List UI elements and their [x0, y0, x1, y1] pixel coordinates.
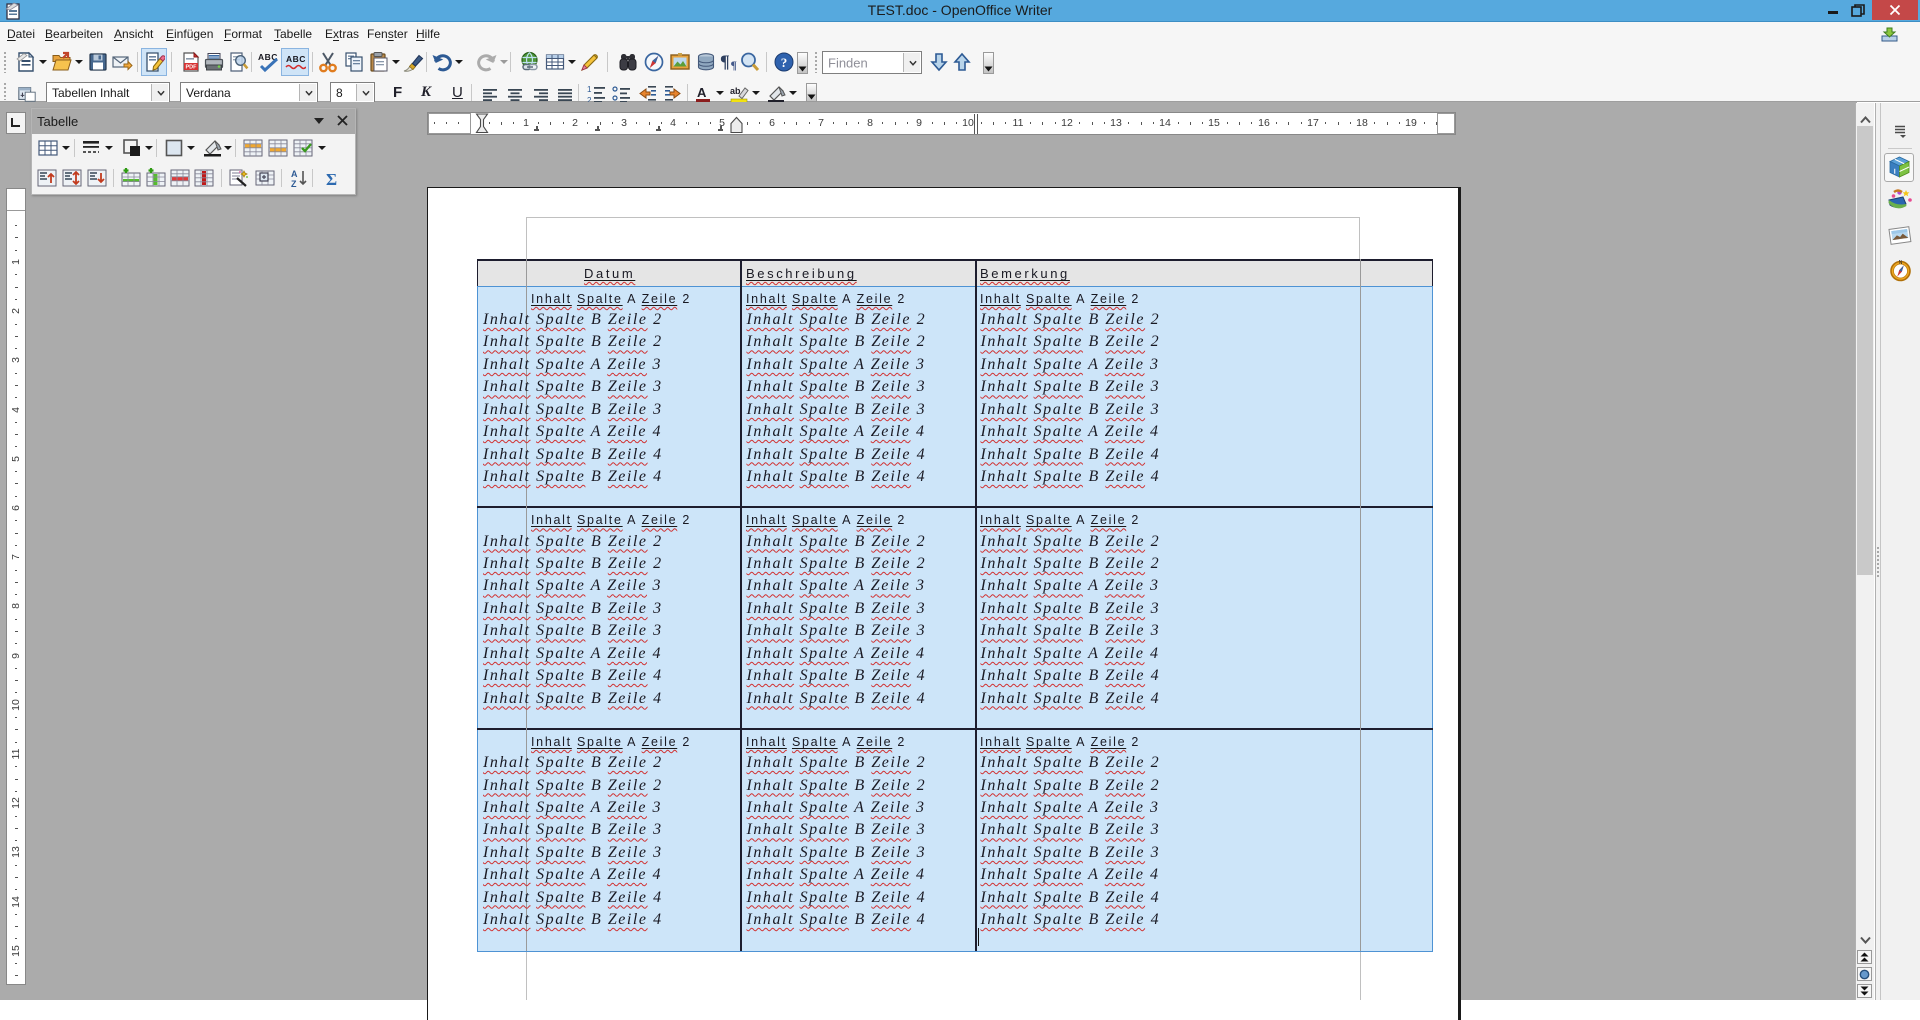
- svg-text:ABC: ABC: [286, 54, 306, 64]
- svg-text:N: N: [1899, 260, 1903, 266]
- svg-text:Σ: Σ: [326, 170, 337, 188]
- svg-text:Z: Z: [291, 179, 297, 188]
- svg-text:¶: ¶: [720, 52, 730, 72]
- svg-text:ab: ab: [730, 86, 741, 96]
- svg-text:¶: ¶: [731, 58, 737, 72]
- svg-text:1: 1: [587, 85, 592, 94]
- svg-text:A: A: [697, 85, 707, 100]
- svg-text:A: A: [291, 169, 298, 179]
- svg-text:PDF: PDF: [186, 65, 198, 71]
- svg-text:?: ?: [781, 55, 788, 70]
